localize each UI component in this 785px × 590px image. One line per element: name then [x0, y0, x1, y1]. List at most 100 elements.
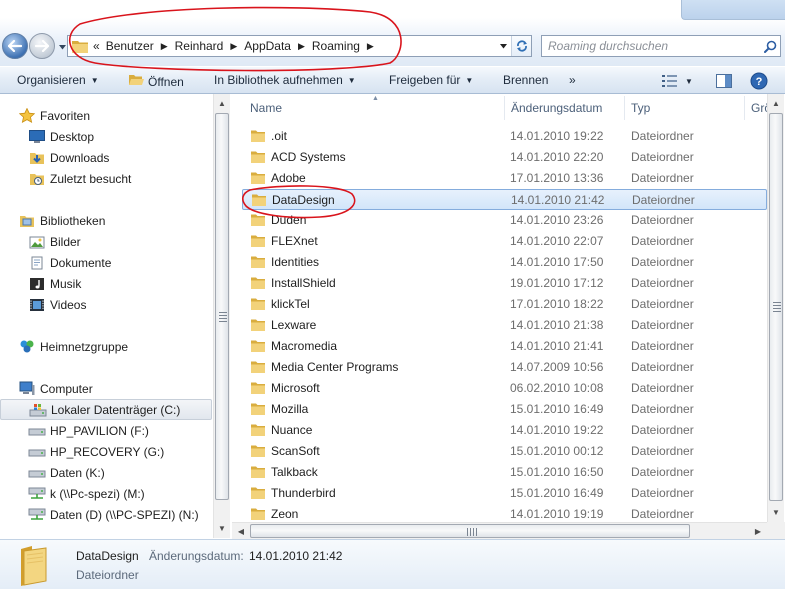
scrollbar-thumb[interactable]: [215, 113, 229, 500]
search-input[interactable]: Roaming durchsuchen: [542, 39, 760, 53]
table-row[interactable]: Macromedia 14.01.2010 21:41 Dateiordner: [242, 336, 767, 357]
file-date: 14.07.2009 10:56: [510, 360, 604, 374]
file-list-horizontal-scrollbar[interactable]: ◀ ▶: [232, 522, 767, 539]
table-row[interactable]: ScanSoft 15.01.2010 00:12 Dateiordner: [242, 441, 767, 462]
column-divider[interactable]: [744, 96, 745, 120]
breadcrumb-appdata[interactable]: AppData: [244, 39, 291, 53]
table-row[interactable]: Zeon 14.01.2010 19:19 Dateiordner: [242, 504, 767, 522]
nav-group-favorites[interactable]: Favoriten: [0, 105, 212, 126]
table-row[interactable]: Lexware 14.01.2010 21:38 Dateiordner: [242, 315, 767, 336]
nav-item-documents[interactable]: Dokumente: [0, 252, 212, 273]
file-date: 15.01.2010 16:49: [510, 402, 604, 416]
nav-item-music[interactable]: Musik: [0, 273, 212, 294]
scroll-up-arrow-icon[interactable]: ▲: [769, 95, 783, 111]
title-bar: « Benutzer ▶ Reinhard ▶ AppData ▶ Roamin…: [0, 0, 785, 66]
more-commands-button[interactable]: »: [569, 73, 576, 87]
nav-item-desktop[interactable]: Desktop: [0, 126, 212, 147]
column-header-date[interactable]: Änderungsdatum: [511, 101, 602, 115]
burn-button[interactable]: Brennen: [503, 73, 548, 87]
folder-icon: [251, 172, 265, 184]
change-view-button[interactable]: ▼: [658, 71, 696, 91]
file-type: Dateiordner: [631, 234, 694, 248]
nav-item-drive-k[interactable]: Daten (K:): [0, 462, 212, 483]
refresh-button[interactable]: [511, 36, 531, 56]
table-row[interactable]: ACD Systems 14.01.2010 22:20 Dateiordner: [242, 147, 767, 168]
address-bar[interactable]: « Benutzer ▶ Reinhard ▶ AppData ▶ Roamin…: [67, 35, 532, 57]
scroll-right-arrow-icon[interactable]: ▶: [750, 523, 766, 539]
table-row[interactable]: Talkback 15.01.2010 16:50 Dateiordner: [242, 462, 767, 483]
help-button[interactable]: ?: [749, 71, 769, 91]
file-name: Thunderbird: [271, 486, 336, 500]
file-name: Talkback: [271, 465, 318, 479]
nav-item-drive-g[interactable]: HP_RECOVERY (G:): [0, 441, 212, 462]
file-list-vertical-scrollbar[interactable]: ▲ ▼: [767, 94, 784, 522]
back-button[interactable]: [2, 33, 28, 59]
nav-item-label: Desktop: [50, 129, 95, 144]
scroll-up-arrow-icon[interactable]: ▲: [215, 95, 229, 111]
breadcrumb-separator[interactable]: ▶: [367, 41, 374, 52]
table-row[interactable]: klickTel 17.01.2010 18:22 Dateiordner: [242, 294, 767, 315]
table-row[interactable]: DataDesign 14.01.2010 21:42 Dateiordner: [242, 189, 767, 210]
scrollbar-thumb[interactable]: [769, 113, 783, 501]
recent-pages-button[interactable]: [57, 42, 67, 52]
breadcrumb-separator[interactable]: ▶: [298, 41, 305, 52]
column-divider[interactable]: [624, 96, 625, 120]
chevron-down-icon: ▼: [90, 75, 99, 85]
table-row[interactable]: FLEXnet 14.01.2010 22:07 Dateiordner: [242, 231, 767, 252]
nav-item-drive-n[interactable]: Daten (D) (\\PC-SPEZI) (N:): [0, 504, 212, 525]
column-divider[interactable]: [504, 96, 505, 120]
table-row[interactable]: Thunderbird 15.01.2010 16:49 Dateiordner: [242, 483, 767, 504]
scrollbar-thumb[interactable]: [250, 524, 690, 538]
window-controls[interactable]: [681, 0, 785, 20]
nav-group-libraries[interactable]: Bibliotheken: [0, 210, 212, 231]
include-in-library-button[interactable]: In Bibliothek aufnehmen ▼: [214, 73, 356, 87]
nav-item-drive-m[interactable]: k (\\Pc-spezi) (M:): [0, 483, 212, 504]
preview-pane-button[interactable]: [714, 71, 734, 91]
address-history-button[interactable]: [498, 40, 508, 52]
table-row[interactable]: Nuance 14.01.2010 19:22 Dateiordner: [242, 420, 767, 441]
nav-group-computer[interactable]: Computer: [0, 378, 212, 399]
nav-item-downloads[interactable]: Downloads: [0, 147, 212, 168]
open-button[interactable]: Öffnen: [128, 73, 184, 90]
nav-item-videos[interactable]: Videos: [0, 294, 212, 315]
nav-item-pictures[interactable]: Bilder: [0, 231, 212, 252]
column-header-type[interactable]: Typ: [631, 101, 650, 115]
navigation-pane: Favoriten Desktop Downloads Zuletzt besu…: [0, 94, 213, 538]
scroll-down-arrow-icon[interactable]: ▼: [769, 504, 783, 520]
nav-item-drive-c[interactable]: Lokaler Datenträger (C:): [0, 399, 212, 420]
table-row[interactable]: Identities 14.01.2010 17:50 Dateiordner: [242, 252, 767, 273]
forward-button[interactable]: [29, 33, 55, 59]
nav-group-homegroup[interactable]: Heimnetzgruppe: [0, 336, 212, 357]
file-name: klickTel: [271, 297, 310, 311]
table-row[interactable]: .oit 14.01.2010 19:22 Dateiordner: [242, 126, 767, 147]
file-date: 06.02.2010 10:08: [510, 381, 604, 395]
organize-menu-button[interactable]: Organisieren ▼: [17, 73, 99, 87]
file-name: Nuance: [271, 423, 313, 437]
scroll-down-arrow-icon[interactable]: ▼: [215, 520, 229, 536]
breadcrumb-separator[interactable]: ▶: [161, 41, 168, 52]
scroll-left-arrow-icon[interactable]: ◀: [233, 523, 249, 539]
navigation-scrollbar[interactable]: ▲ ▼: [213, 94, 230, 538]
table-row[interactable]: Adobe 17.01.2010 13:36 Dateiordner: [242, 168, 767, 189]
breadcrumb-reinhard[interactable]: Reinhard: [175, 39, 224, 53]
breadcrumb-overflow-button[interactable]: «: [93, 39, 100, 53]
share-with-button[interactable]: Freigeben für ▼: [389, 73, 473, 87]
table-row[interactable]: Microsoft 06.02.2010 10:08 Dateiordner: [242, 378, 767, 399]
breadcrumb-benutzer[interactable]: Benutzer: [106, 39, 154, 53]
breadcrumb-roaming[interactable]: Roaming: [312, 39, 360, 53]
breadcrumb-separator[interactable]: ▶: [230, 41, 237, 52]
column-header-name[interactable]: Name: [250, 101, 282, 115]
table-row[interactable]: Duden 14.01.2010 23:26 Dateiordner: [242, 210, 767, 231]
column-header-size[interactable]: Grö: [751, 101, 767, 115]
file-name: Microsoft: [271, 381, 320, 395]
nav-item-label: HP_PAVILION (F:): [50, 423, 149, 438]
search-icon[interactable]: [760, 40, 780, 53]
nav-item-recent-places[interactable]: Zuletzt besucht: [0, 168, 212, 189]
search-box[interactable]: Roaming durchsuchen: [541, 35, 781, 57]
table-row[interactable]: Media Center Programs 14.07.2009 10:56 Dat…: [242, 357, 767, 378]
table-row[interactable]: Mozilla 15.01.2010 16:49 Dateiordner: [242, 399, 767, 420]
file-date: 14.01.2010 19:22: [510, 423, 604, 437]
table-row[interactable]: InstallShield 19.01.2010 17:12 Dateiordner: [242, 273, 767, 294]
nav-group-label: Heimnetzgruppe: [40, 339, 129, 354]
nav-item-drive-f[interactable]: HP_PAVILION (F:): [0, 420, 212, 441]
